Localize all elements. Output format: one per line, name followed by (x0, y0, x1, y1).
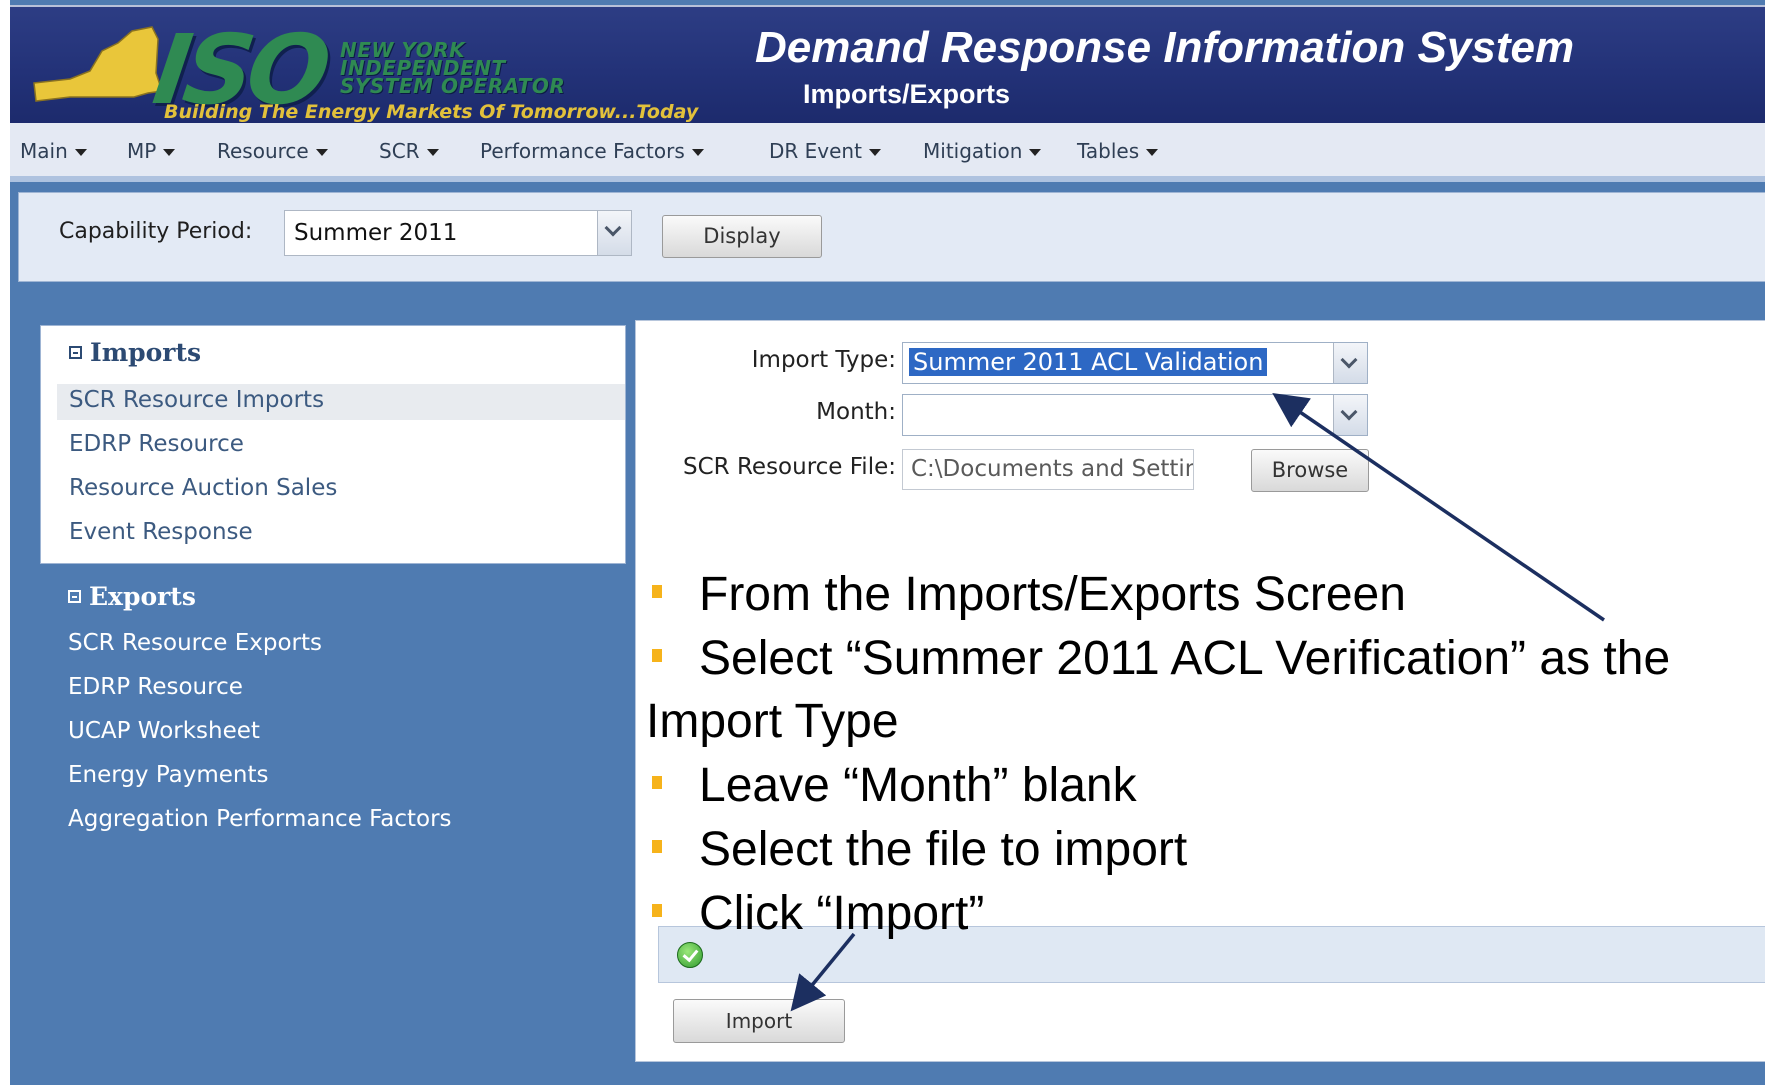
menu-performance-factors[interactable]: Performance Factors (480, 139, 704, 163)
imports-heading-label: Imports (90, 338, 202, 367)
browse-button[interactable]: Browse (1251, 449, 1369, 492)
menu-label: SCR (379, 139, 420, 163)
menu-mp[interactable]: MP (127, 139, 176, 163)
dropdown-button[interactable] (1333, 343, 1367, 383)
scr-resource-file-input[interactable]: C:\Documents and Settings (902, 449, 1194, 490)
menu-main[interactable]: Main (20, 139, 87, 163)
menu-resource[interactable]: Resource (217, 139, 328, 163)
nav-scr-resource-imports[interactable]: SCR Resource Imports (69, 387, 324, 413)
collapse-icon (68, 590, 81, 603)
import-type-label: Import Type: (751, 347, 896, 373)
nyiso-logo: ISO NEW YORK INDEPENDENT SYSTEM OPERATOR… (30, 14, 750, 131)
caret-down-icon (1029, 149, 1042, 156)
import-form-panel: Import Type: Summer 2011 ACL Validation … (635, 320, 1765, 1062)
instruction-bullet-5: Click “Import” (652, 886, 985, 941)
caret-down-icon (74, 149, 87, 156)
caret-down-icon (691, 149, 704, 156)
nav-energy-payments[interactable]: Energy Payments (68, 762, 269, 788)
chevron-down-icon (604, 219, 622, 237)
menu-label: MP (127, 139, 157, 163)
import-button[interactable]: Import (673, 999, 845, 1043)
capability-period-select[interactable]: Summer 2011 (284, 210, 632, 256)
instruction-bullet-4: Select the file to import (652, 822, 1188, 877)
instruction-bullet-1: From the Imports/Exports Screen (652, 567, 1406, 622)
caret-down-icon (868, 149, 881, 156)
imports-panel: Imports SCR Resource Imports EDRP Resour… (40, 325, 626, 564)
dropdown-button[interactable] (1333, 395, 1367, 435)
chevron-down-icon (1340, 403, 1358, 421)
bullet-marker (652, 776, 662, 789)
bullet-marker (652, 585, 662, 598)
logo-name: NEW YORK INDEPENDENT SYSTEM OPERATOR (340, 40, 566, 98)
nav-resource-auction-sales[interactable]: Resource Auction Sales (69, 475, 337, 501)
caret-down-icon (1146, 149, 1159, 156)
instruction-text: Select the file to import (699, 823, 1188, 876)
menu-label: Tables (1077, 139, 1140, 163)
nav-edrp-resource-import[interactable]: EDRP Resource (69, 431, 244, 457)
capability-period-bar: Capability Period: Summer 2011 Display (18, 192, 1765, 282)
caret-down-icon (315, 149, 328, 156)
success-check-icon (677, 942, 703, 968)
exports-heading[interactable]: Exports (68, 582, 196, 611)
scr-resource-file-label: SCR Resource File: (683, 454, 896, 480)
collapse-icon (69, 346, 82, 359)
display-button[interactable]: Display (662, 215, 822, 258)
menu-label: Main (20, 139, 68, 163)
bullet-marker (652, 649, 662, 662)
chevron-down-icon (1340, 351, 1358, 369)
import-type-select[interactable]: Summer 2011 ACL Validation (902, 342, 1368, 384)
main-menu-bar: Main MP Resource SCR Performance Factors… (10, 123, 1765, 182)
nav-aggregation-performance-factors[interactable]: Aggregation Performance Factors (68, 806, 452, 832)
instruction-text: From the Imports/Exports Screen (699, 568, 1406, 621)
nav-ucap-worksheet[interactable]: UCAP Worksheet (68, 718, 260, 744)
capability-period-label: Capability Period: (59, 219, 253, 244)
instruction-text: Click “Import” (699, 887, 985, 940)
instruction-bullet-2: Select “Summer 2011 ACL Verification” as… (652, 631, 1671, 686)
menu-label: Mitigation (923, 139, 1023, 163)
page-subtitle: Imports/Exports (803, 79, 1011, 109)
caret-down-icon (163, 149, 176, 156)
menu-label: Resource (217, 139, 309, 163)
menu-tables[interactable]: Tables (1077, 139, 1159, 163)
month-label: Month: (816, 399, 896, 425)
nav-scr-resource-exports[interactable]: SCR Resource Exports (68, 630, 322, 656)
bullet-marker (652, 904, 662, 917)
menu-dr-event[interactable]: DR Event (769, 139, 881, 163)
new-york-state-logo-icon (33, 26, 163, 102)
caret-down-icon (426, 149, 439, 156)
menu-mitigation[interactable]: Mitigation (923, 139, 1042, 163)
month-select[interactable] (902, 394, 1368, 436)
instruction-text: Select “Summer 2011 ACL Verification” as… (699, 632, 1671, 685)
capability-period-value: Summer 2011 (294, 220, 458, 246)
instruction-bullet-3: Leave “Month” blank (652, 758, 1137, 813)
instruction-continuation: Import Type (646, 695, 899, 748)
logo-name-line-3: SYSTEM OPERATOR (340, 74, 566, 98)
menu-label: Performance Factors (480, 139, 685, 163)
nav-event-response[interactable]: Event Response (69, 519, 253, 545)
imports-heading[interactable]: Imports (69, 338, 201, 367)
logo-tagline: Building The Energy Markets Of Tomorrow.… (164, 101, 699, 123)
menu-label: DR Event (769, 139, 862, 163)
bullet-marker (652, 840, 662, 853)
nav-edrp-resource-export[interactable]: EDRP Resource (68, 674, 243, 700)
dropdown-button[interactable] (597, 211, 631, 255)
header-banner: ISO NEW YORK INDEPENDENT SYSTEM OPERATOR… (10, 5, 1765, 126)
exports-heading-label: Exports (89, 582, 196, 611)
app-title: Demand Response Information System (755, 23, 1575, 72)
instruction-text: Leave “Month” blank (699, 759, 1137, 812)
import-type-value: Summer 2011 ACL Validation (909, 348, 1268, 376)
menu-scr[interactable]: SCR (379, 139, 439, 163)
